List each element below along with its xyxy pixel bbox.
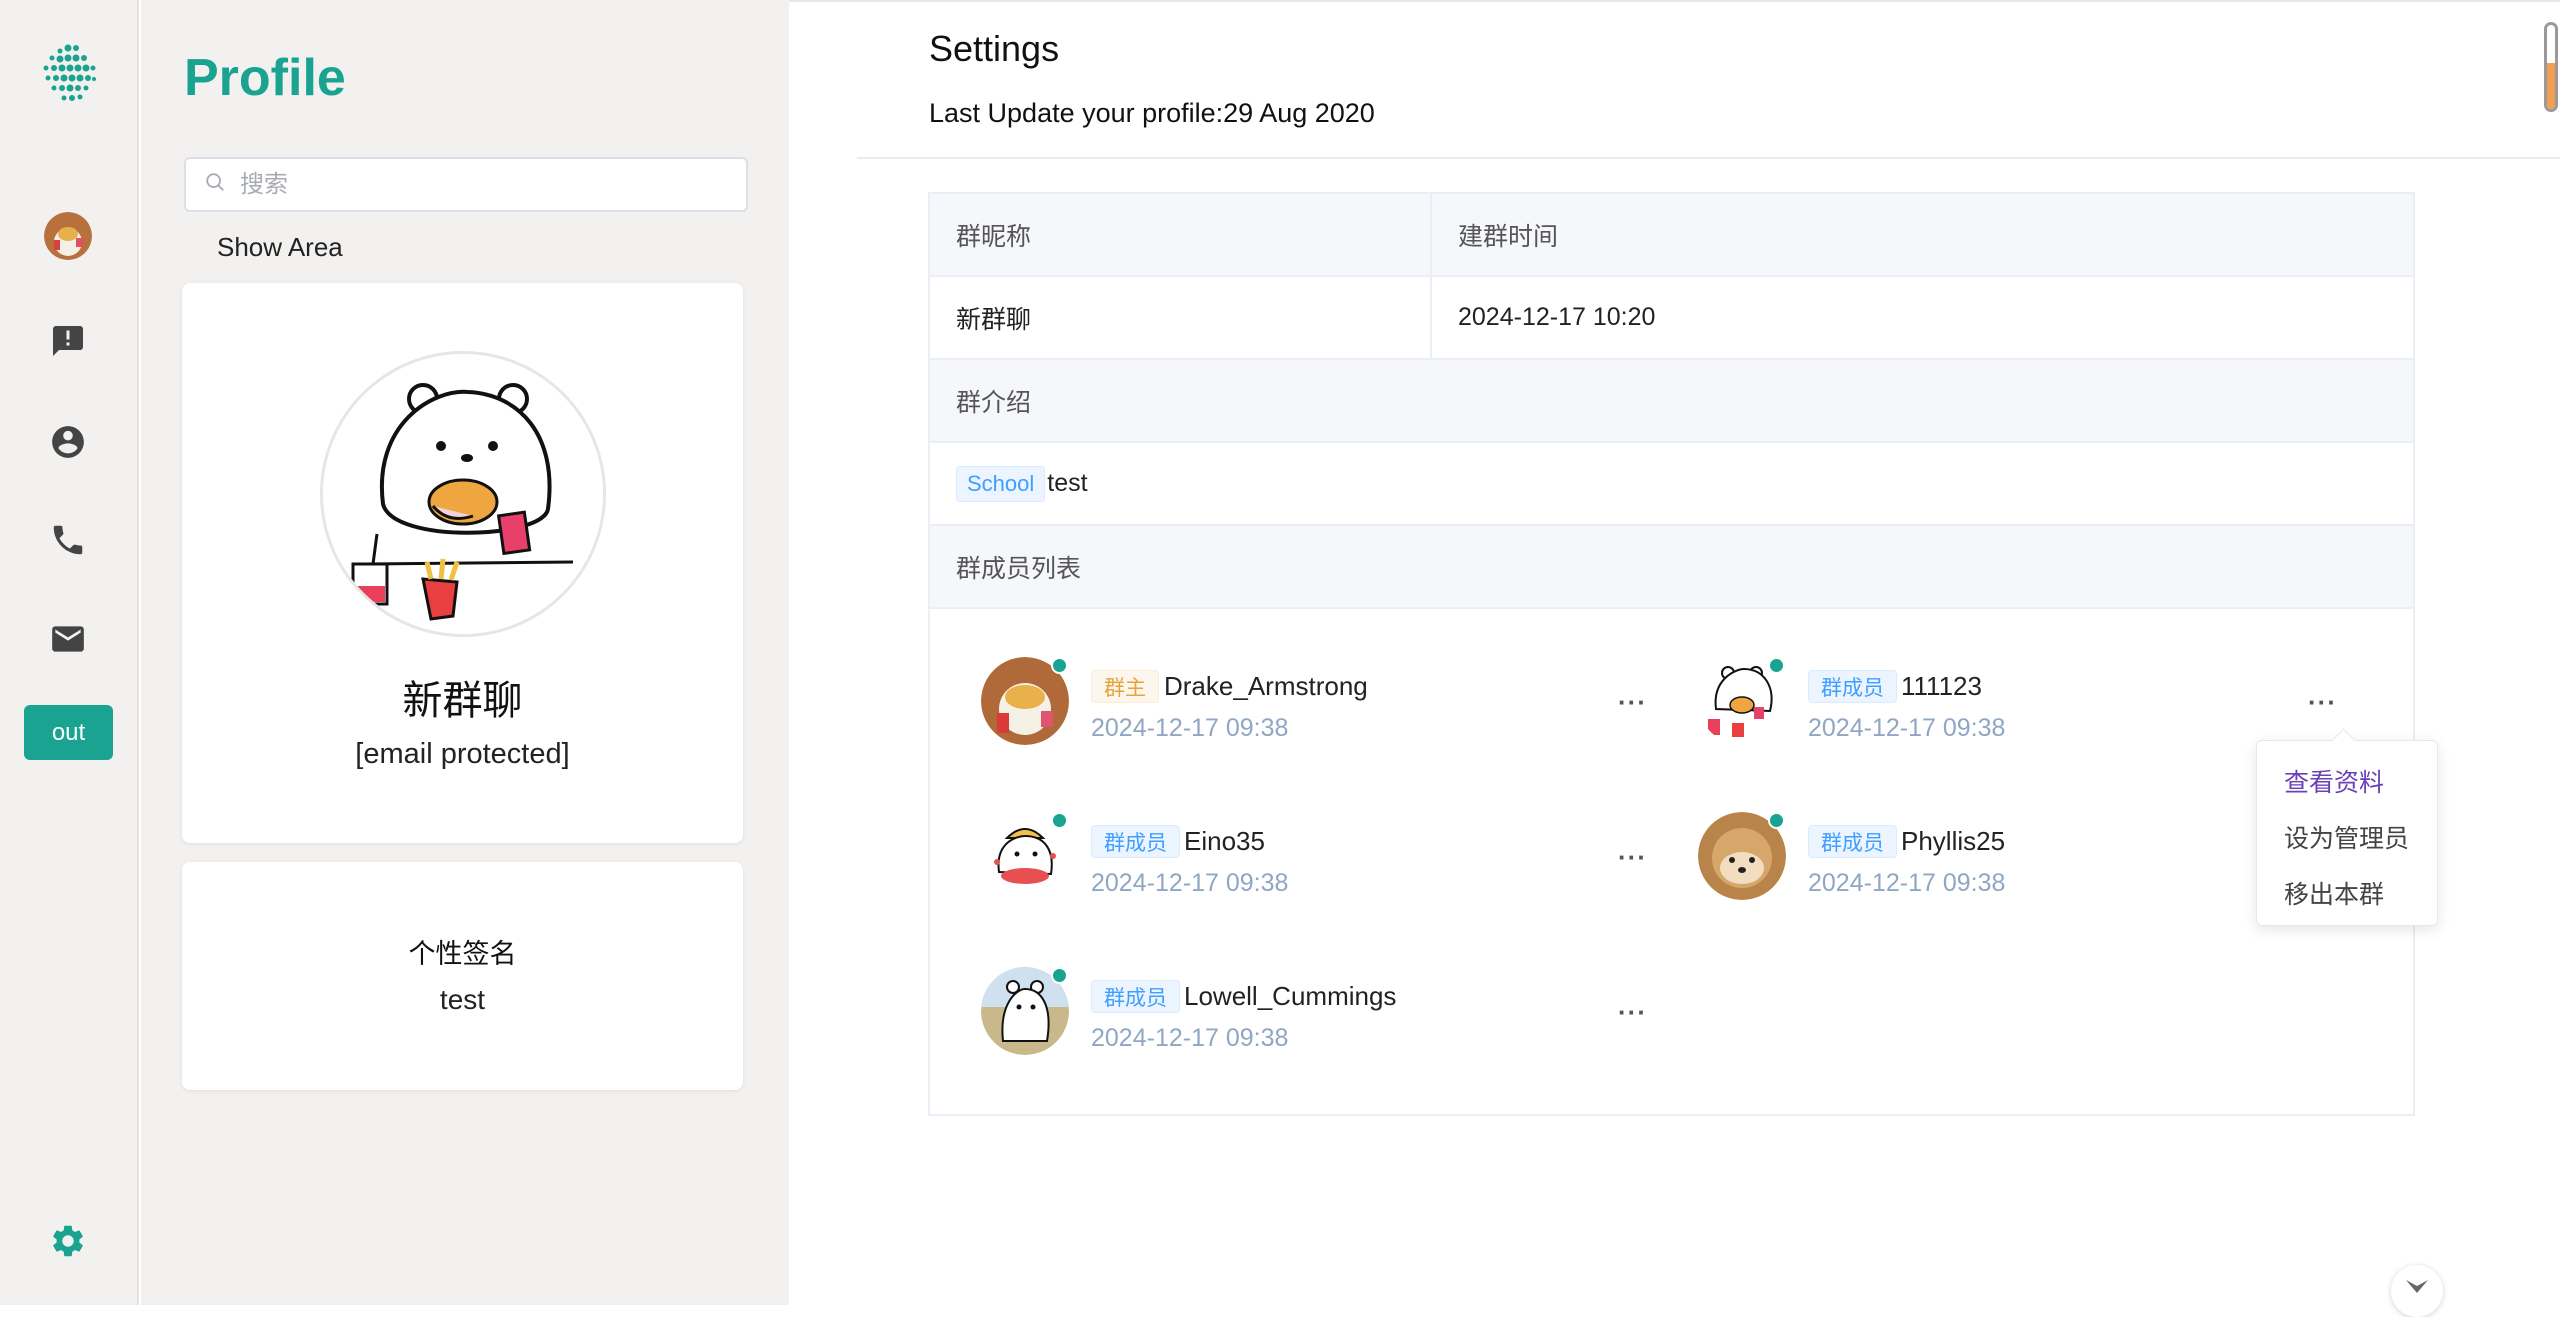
- phone-icon[interactable]: [47, 519, 89, 561]
- signature-card: 个性签名 test: [182, 862, 743, 1090]
- online-status-dot: [1768, 812, 1785, 829]
- member-name: 111123: [1901, 671, 1982, 701]
- more-options-button[interactable]: ···: [1618, 997, 1647, 1028]
- top-divider: [789, 0, 2560, 2]
- remove-member-menu-item[interactable]: 移出本群: [2284, 875, 2384, 911]
- header-divider: [857, 157, 2560, 159]
- member-name: Phyllis25: [1901, 826, 2006, 856]
- member-time: 2024-12-17 09:38: [1808, 714, 2006, 742]
- member-tag: 群成员: [1808, 825, 1897, 858]
- mail-icon[interactable]: [47, 618, 89, 660]
- member-list: 群主 Drake_Armstrong 2024-12-17 09:38 ··· …: [930, 609, 2413, 1114]
- logout-button[interactable]: out: [24, 705, 113, 760]
- group-email: [email protected]: [355, 738, 570, 770]
- scroll-down-button[interactable]: [2391, 1265, 2443, 1317]
- member-tag: 群成员: [1091, 980, 1180, 1013]
- group-avatar: [320, 351, 606, 637]
- set-admin-menu-item[interactable]: 设为管理员: [2284, 819, 2409, 855]
- member-options-dropdown: 查看资料 设为管理员 移出本群: [2256, 740, 2438, 926]
- message-alert-icon[interactable]: [47, 320, 89, 362]
- intro-value: test: [1047, 469, 1088, 497]
- gear-icon[interactable]: [47, 1220, 89, 1262]
- col-created-header: 建群时间: [1458, 222, 1559, 251]
- member-time: 2024-12-17 09:38: [1091, 869, 1289, 897]
- last-update-text: Last Update your profile:29 Aug 2020: [929, 98, 1375, 128]
- profile-panel: Profile Show Area: [141, 0, 789, 1305]
- search-icon: [204, 171, 226, 198]
- more-options-button[interactable]: ···: [1618, 687, 1647, 718]
- signature-value: test: [439, 984, 486, 1015]
- nickname-value: 新群聊: [930, 277, 1432, 358]
- group-info-table: 群昵称 建群时间 新群聊 2024-12-17 10:20 群介绍 School…: [928, 192, 2415, 1116]
- col-nickname-header: 群昵称: [930, 194, 1432, 275]
- group-profile-card: 新群聊 [email protected]: [182, 283, 743, 843]
- user-avatar[interactable]: [44, 212, 92, 260]
- more-options-button[interactable]: ···: [2308, 687, 2337, 718]
- member-tag: 群成员: [1091, 825, 1180, 858]
- show-area-label: Show Area: [217, 232, 343, 262]
- online-status-dot: [1051, 812, 1068, 829]
- intro-row: School test: [930, 443, 2413, 526]
- account-circle-icon[interactable]: [47, 421, 89, 463]
- search-box[interactable]: [184, 157, 748, 212]
- online-status-dot: [1051, 967, 1068, 984]
- page-scroll-indicator[interactable]: [2544, 22, 2558, 112]
- intro-header-row: 群介绍: [930, 360, 2413, 443]
- list-item[interactable]: 群主 Drake_Armstrong 2024-12-17 09:38 ···: [981, 657, 1681, 757]
- member-time: 2024-12-17 09:38: [1091, 714, 1289, 742]
- member-time: 2024-12-17 09:38: [1808, 869, 2006, 897]
- more-options-button[interactable]: ···: [1618, 842, 1647, 873]
- search-input[interactable]: [240, 170, 720, 199]
- member-tag: 群成员: [1808, 670, 1897, 703]
- left-rail: out: [0, 0, 139, 1305]
- chevron-down-icon: [2403, 1277, 2431, 1302]
- intro-tag: School: [956, 465, 1046, 502]
- online-status-dot: [1051, 657, 1068, 674]
- settings-title: Settings: [929, 28, 1060, 69]
- table-row: 新群聊 2024-12-17 10:20: [930, 277, 2413, 360]
- dots-logo-icon[interactable]: [38, 42, 98, 106]
- settings-main: Settings Last Update your profile:29 Aug…: [789, 0, 2560, 1317]
- logout-label: out: [51, 718, 86, 746]
- member-name: Drake_Armstrong: [1164, 671, 1368, 701]
- online-status-dot: [1768, 657, 1785, 674]
- list-item[interactable]: 群成员 Eino35 2024-12-17 09:38 ···: [981, 812, 1681, 912]
- profile-title: Profile: [184, 49, 346, 107]
- created-value: 2024-12-17 10:20: [1458, 303, 1656, 331]
- member-time: 2024-12-17 09:38: [1091, 1024, 1289, 1052]
- member-name: Lowell_Cummings: [1184, 981, 1397, 1011]
- members-label: 群成员列表: [956, 554, 1082, 583]
- owner-tag: 群主: [1091, 670, 1159, 703]
- members-header-row: 群成员列表: [930, 526, 2413, 609]
- signature-label: 个性签名: [408, 939, 517, 969]
- intro-label: 群介绍: [956, 388, 1032, 417]
- table-header-row: 群昵称 建群时间: [930, 194, 2413, 277]
- list-item[interactable]: 群成员 Lowell_Cummings 2024-12-17 09:38 ···: [981, 967, 1681, 1067]
- group-name: 新群聊: [402, 679, 523, 723]
- member-name: Eino35: [1184, 826, 1265, 856]
- view-profile-menu-item[interactable]: 查看资料: [2284, 763, 2384, 799]
